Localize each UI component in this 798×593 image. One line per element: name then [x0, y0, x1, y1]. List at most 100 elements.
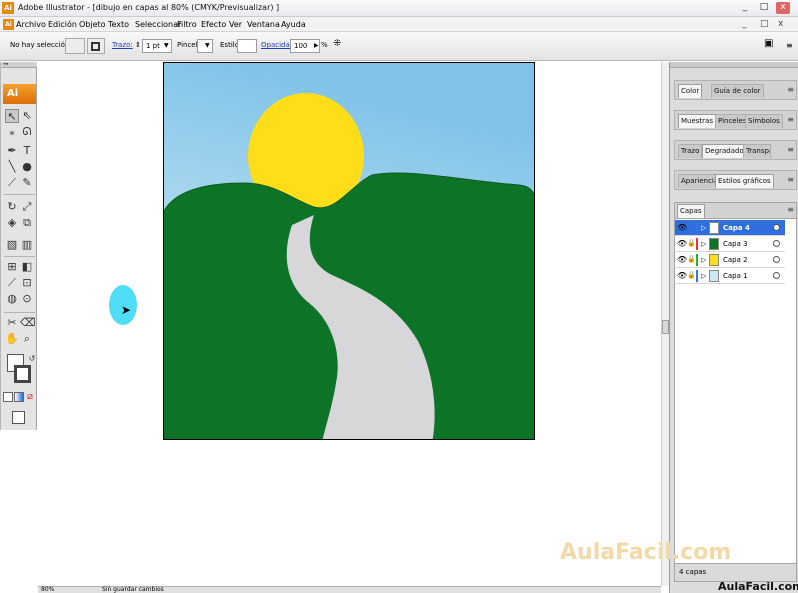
layer-row[interactable]: 👁 🔒 ▷ Capa 3 [675, 236, 785, 252]
color-mode-icon[interactable] [3, 392, 13, 402]
menu-efecto[interactable]: Efecto [201, 20, 226, 29]
menu-ventana[interactable]: Ventana [247, 20, 280, 29]
toolbar-grip[interactable]: ◂◂ [1, 62, 37, 68]
scrollbar-thumb[interactable] [662, 320, 669, 334]
rotate-tool-icon[interactable]: ↻ [5, 200, 19, 214]
doc-restore-button[interactable]: □ [760, 19, 769, 29]
selection-tool-icon[interactable]: ↖ [5, 109, 19, 123]
tab-color[interactable]: Color [678, 84, 703, 98]
document-icon[interactable]: Ai [3, 19, 14, 30]
blend-tool-icon[interactable]: ⊡ [20, 276, 34, 290]
fill-color-swatch[interactable] [65, 38, 85, 54]
eye-icon[interactable]: 👁 [677, 223, 687, 232]
target-circle-icon[interactable] [773, 256, 780, 263]
tab-degradado[interactable]: Degradado [702, 144, 747, 158]
gradient-tool-icon[interactable]: ◧ [20, 260, 34, 274]
eye-icon[interactable]: 👁 [677, 271, 687, 280]
target-circle-icon[interactable] [773, 240, 780, 247]
menu-ayuda[interactable]: Ayuda [281, 20, 306, 29]
expand-triangle-icon[interactable]: ▷ [701, 270, 706, 282]
pencil-tool-icon[interactable]: ✎ [20, 176, 34, 190]
tab-muestras[interactable]: Muestras [678, 114, 716, 128]
minimize-button[interactable]: _ [738, 2, 752, 14]
layer-name[interactable]: Capa 3 [723, 239, 748, 249]
pen-tool-icon[interactable]: ✒ [5, 144, 19, 158]
panel-menu-icon[interactable]: ≡ [787, 145, 794, 154]
dock-grip[interactable] [670, 62, 798, 68]
warp-tool-icon[interactable]: ◈ [5, 216, 19, 230]
target-circle-icon[interactable] [773, 224, 780, 231]
expand-triangle-icon[interactable]: ▷ [701, 254, 706, 266]
menu-objeto[interactable]: Objeto [79, 20, 106, 29]
symbol-sprayer-tool-icon[interactable]: ▧ [5, 238, 19, 252]
eraser-tool-icon[interactable]: ⌫ [20, 316, 36, 330]
layer-name[interactable]: Capa 1 [723, 271, 748, 281]
doc-minimize-button[interactable]: _ [742, 19, 747, 29]
panel-menu-icon[interactable]: ≡ [787, 205, 794, 214]
direct-selection-tool-icon[interactable]: ⇖ [20, 109, 34, 123]
magic-wand-tool-icon[interactable]: ⁎ [5, 125, 19, 139]
expand-triangle-icon[interactable]: ▷ [701, 238, 706, 250]
menu-icon[interactable]: ≡ [786, 41, 793, 50]
ellipse-tool-icon[interactable]: ● [20, 160, 34, 174]
zoom-tool-icon[interactable]: ⌕ [20, 332, 34, 346]
expand-triangle-icon[interactable]: ▷ [701, 222, 706, 234]
mesh-tool-icon[interactable]: ⊞ [5, 260, 19, 274]
panel-menu-icon[interactable]: ≡ [787, 175, 794, 184]
swap-colors-icon[interactable]: ↺ [25, 352, 39, 366]
doc-close-button[interactable]: x [778, 19, 783, 29]
tab-trazo[interactable]: Trazo [678, 144, 703, 158]
stepper-icon[interactable]: ⇕ [135, 41, 141, 49]
target-circle-icon[interactable] [773, 272, 780, 279]
layer-row[interactable]: 👁 🔒 ▷ Capa 2 [675, 252, 785, 268]
menu-filtro[interactable]: Filtro [177, 20, 197, 29]
eyedropper-tool-icon[interactable]: ⟋ [5, 276, 19, 290]
scale-tool-icon[interactable]: ⤢ [20, 200, 34, 214]
artboard[interactable] [163, 62, 535, 440]
lock-icon[interactable]: 🔒 [687, 255, 696, 264]
layer-name[interactable]: Capa 2 [723, 255, 748, 265]
slice-tool-icon[interactable]: ✂ [5, 316, 19, 330]
none-mode-icon[interactable]: ⧄ [25, 392, 35, 402]
document-setup-icon[interactable]: ▣ [764, 38, 773, 49]
eye-icon[interactable]: 👁 [677, 255, 687, 264]
lock-icon[interactable]: 🔒 [687, 239, 696, 248]
stroke-color-box[interactable] [14, 365, 31, 383]
trazo-link[interactable]: Trazo: [112, 41, 133, 49]
close-button[interactable]: x [776, 2, 790, 14]
menu-texto[interactable]: Texto [108, 20, 129, 29]
screen-mode-icon[interactable] [12, 411, 25, 424]
panel-menu-icon[interactable]: ≡ [787, 115, 794, 124]
column-graph-tool-icon[interactable]: ▥ [20, 238, 34, 252]
zoom-level[interactable]: 80% [41, 587, 54, 593]
menu-archivo[interactable]: Archivo [16, 20, 46, 29]
layer-row[interactable]: 👁 ▷ Capa 4 [675, 220, 785, 236]
live-paint-tool-icon[interactable]: ◍ [5, 292, 19, 306]
transform-icon[interactable]: ⁜ [333, 38, 341, 49]
tab-simbolos[interactable]: Símbolos [745, 114, 783, 128]
menu-seleccionar[interactable]: Seleccionar [135, 20, 181, 29]
lock-toggle[interactable] [687, 223, 694, 232]
menu-ver[interactable]: Ver [229, 20, 242, 29]
free-transform-tool-icon[interactable]: ⧉ [20, 216, 34, 230]
hand-tool-icon[interactable]: ✋ [5, 332, 19, 346]
tab-estilos-graficos[interactable]: Estilos gráficos [715, 174, 774, 188]
tab-guia-de-color[interactable]: Guía de color [711, 84, 764, 98]
gradient-mode-icon[interactable] [14, 392, 24, 402]
maximize-button[interactable]: □ [757, 2, 771, 14]
layer-name[interactable]: Capa 4 [723, 223, 750, 233]
panel-menu-icon[interactable]: ≡ [787, 85, 794, 94]
style-dropdown[interactable] [237, 39, 257, 53]
live-paint-selection-tool-icon[interactable]: ⊙ [20, 292, 34, 306]
vertical-scrollbar[interactable] [661, 62, 669, 586]
lock-icon[interactable]: 🔒 [687, 271, 696, 280]
stroke-color-swatch[interactable] [87, 38, 105, 54]
layer-row[interactable]: 👁 🔒 ▷ Capa 1 [675, 268, 785, 284]
tab-transparencia[interactable]: Transparencia [743, 144, 771, 158]
lasso-tool-icon[interactable]: ᘏ [20, 125, 34, 139]
paintbrush-tool-icon[interactable]: ⟋ [5, 176, 19, 190]
line-tool-icon[interactable]: ╲ [5, 160, 19, 174]
tab-capas[interactable]: Capas [677, 204, 705, 218]
menu-edicion[interactable]: Edición [48, 20, 77, 29]
type-tool-icon[interactable]: T [20, 144, 34, 158]
